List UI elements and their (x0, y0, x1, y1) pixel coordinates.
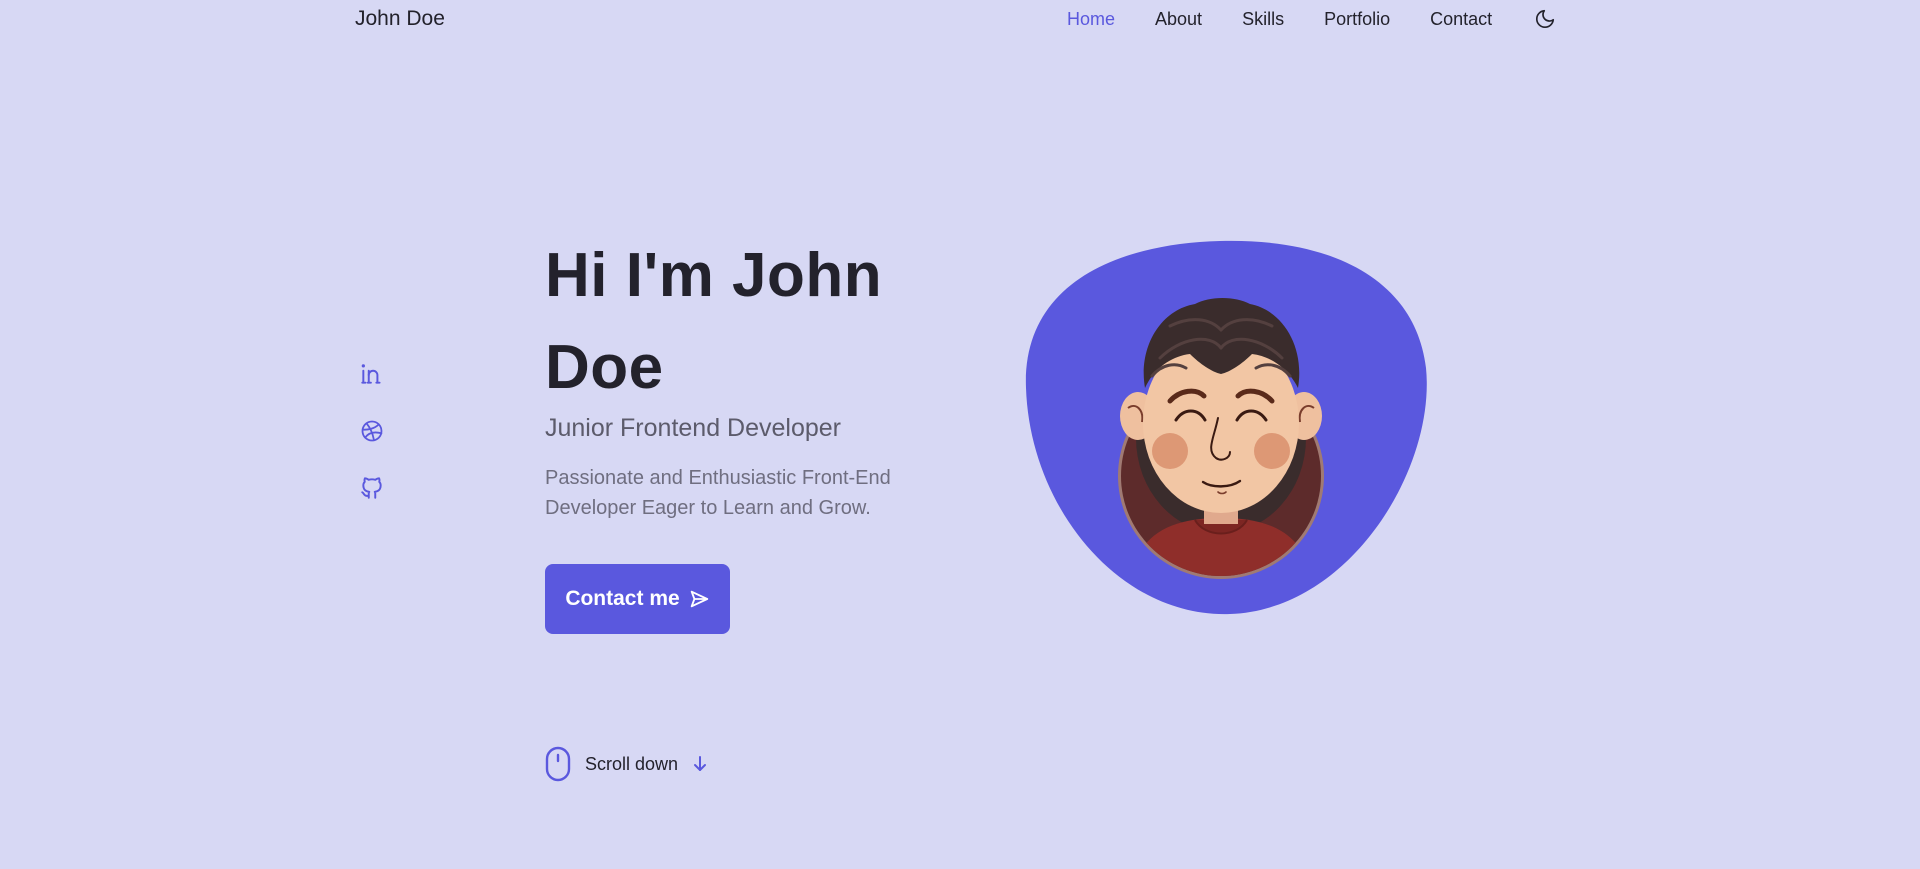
avatar-illustration (1025, 240, 1427, 615)
hero-subtitle: Junior Frontend Developer (545, 414, 841, 442)
contact-me-button[interactable]: Contact me (545, 564, 730, 634)
mouse-icon (545, 746, 571, 782)
contact-button-label: Contact me (565, 587, 680, 610)
moon-icon[interactable] (1532, 6, 1558, 32)
nav-portfolio[interactable]: Portfolio (1324, 5, 1390, 33)
hero-avatar-blob (1020, 238, 1430, 618)
scroll-down-link[interactable]: Scroll down (545, 746, 708, 782)
hero-description: Passionate and Enthusiastic Front-End De… (545, 467, 891, 519)
arrow-down-icon (692, 755, 708, 773)
linkedin-icon[interactable] (356, 358, 388, 390)
hero-title: Hi I'm John Doe (545, 241, 883, 402)
main-nav: Home About Skills Portfolio Contact (1067, 5, 1558, 33)
send-icon (688, 588, 710, 610)
nav-contact[interactable]: Contact (1430, 5, 1492, 33)
brand-logo[interactable]: John Doe (355, 5, 445, 33)
nav-home[interactable]: Home (1067, 5, 1115, 33)
social-links (356, 358, 388, 529)
nav-about[interactable]: About (1155, 5, 1202, 33)
dribbble-icon[interactable] (356, 415, 388, 447)
scroll-down-label: Scroll down (585, 753, 679, 774)
nav-skills[interactable]: Skills (1242, 5, 1284, 33)
github-icon[interactable] (356, 472, 388, 504)
